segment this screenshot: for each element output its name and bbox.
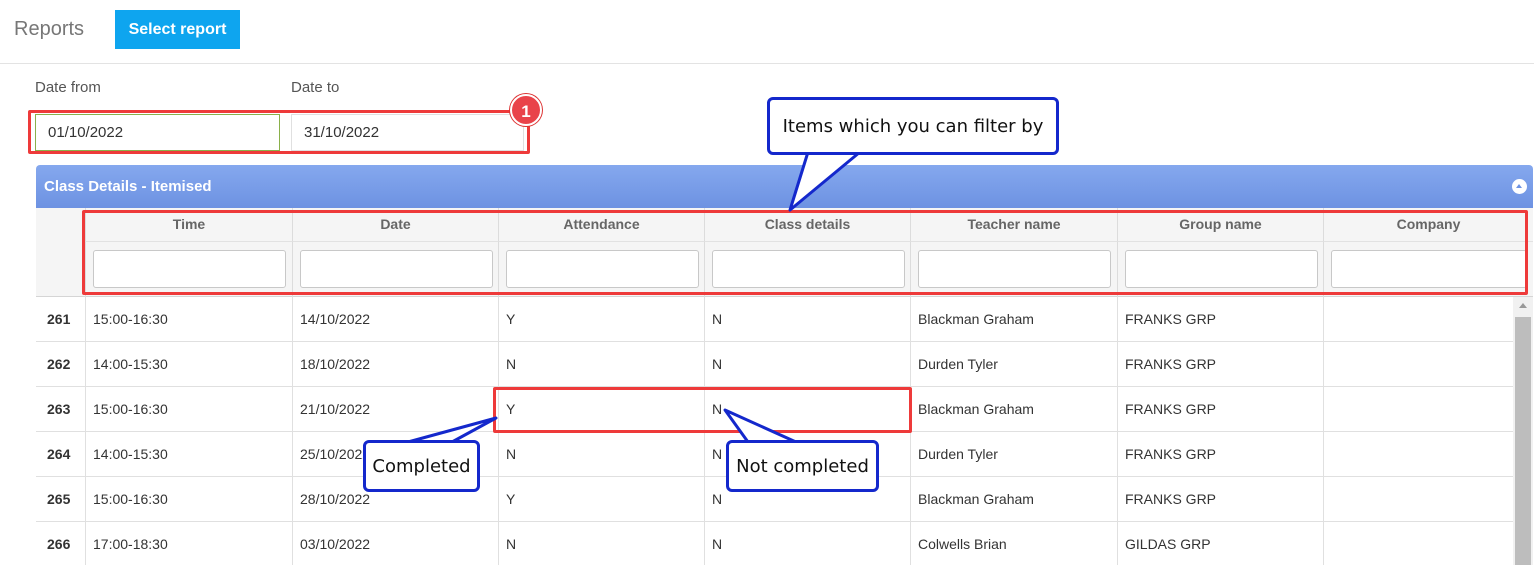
- panel-title: Class Details - Itemised: [44, 178, 212, 195]
- cell-company: [1323, 522, 1513, 565]
- row-number: 264: [47, 446, 71, 462]
- cell-attendance: Y: [498, 477, 704, 522]
- date-to-label: Date to: [291, 79, 340, 96]
- top-bar: Reports Select report: [0, 0, 1534, 64]
- table-row[interactable]: 266 17:00-18:30 03/10/2022 N N Colwells …: [36, 522, 1513, 565]
- cell-attendance: N: [498, 522, 704, 565]
- vertical-scrollbar[interactable]: [1513, 297, 1533, 565]
- cell-time: 17:00-18:30: [85, 522, 292, 565]
- cell-date: 14/10/2022: [292, 297, 498, 342]
- cell-date: 21/10/2022: [292, 387, 498, 432]
- cell-date: 03/10/2022: [292, 522, 498, 565]
- filter-callout: Items which you can filter by: [767, 97, 1059, 155]
- row-number: 262: [47, 356, 71, 372]
- cell-date: 18/10/2022: [292, 342, 498, 387]
- panel-header: Class Details - Itemised: [36, 165, 1533, 208]
- filter-row-highlight: [82, 210, 1528, 295]
- cell-time: 14:00-15:30: [85, 342, 292, 387]
- cell-company: [1323, 342, 1513, 387]
- date-from-label: Date from: [35, 79, 101, 96]
- cell-group-name: FRANKS GRP: [1117, 297, 1323, 342]
- not-completed-callout-text: Not completed: [736, 455, 869, 477]
- row-number: 266: [47, 536, 71, 552]
- cell-group-name: FRANKS GRP: [1117, 432, 1323, 477]
- cell-class-details: N: [704, 342, 910, 387]
- cell-attendance: N: [498, 342, 704, 387]
- cell-group-name: GILDAS GRP: [1117, 522, 1323, 565]
- page-title: Reports: [14, 18, 85, 40]
- completed-callout-text: Completed: [372, 455, 471, 477]
- cell-teacher-name: Colwells Brian: [910, 522, 1117, 565]
- cell-teacher-name: Blackman Graham: [910, 477, 1117, 522]
- cell-class-details: N: [704, 297, 910, 342]
- cell-time: 14:00-15:30: [85, 432, 292, 477]
- table-row[interactable]: 262 14:00-15:30 18/10/2022 N N Durden Ty…: [36, 342, 1513, 387]
- cell-group-name: FRANKS GRP: [1117, 387, 1323, 432]
- step-number-badge: 1: [510, 94, 542, 126]
- cell-teacher-name: Durden Tyler: [910, 342, 1117, 387]
- cell-company: [1323, 477, 1513, 522]
- cell-attendance: Y: [498, 297, 704, 342]
- cell-company: [1323, 387, 1513, 432]
- cell-group-name: FRANKS GRP: [1117, 477, 1323, 522]
- filter-callout-text: Items which you can filter by: [782, 115, 1044, 137]
- cell-time: 15:00-16:30: [85, 297, 292, 342]
- cell-teacher-name: Durden Tyler: [910, 432, 1117, 477]
- row-number: 261: [47, 311, 71, 327]
- row-number: 263: [47, 401, 71, 417]
- cell-teacher-name: Blackman Graham: [910, 297, 1117, 342]
- cell-company: [1323, 432, 1513, 477]
- row-number: 265: [47, 491, 71, 507]
- completed-callout: Completed: [363, 440, 480, 492]
- cell-company: [1323, 297, 1513, 342]
- cell-attendance: N: [498, 432, 704, 477]
- collapse-icon[interactable]: [1512, 179, 1527, 194]
- cell-time: 15:00-16:30: [85, 387, 292, 432]
- date-range-highlight: [28, 110, 530, 154]
- row-263-highlight: [493, 387, 912, 433]
- cell-time: 15:00-16:30: [85, 477, 292, 522]
- not-completed-callout: Not completed: [726, 440, 879, 492]
- scrollbar-thumb[interactable]: [1515, 317, 1531, 565]
- table-row[interactable]: 261 15:00-16:30 14/10/2022 Y N Blackman …: [36, 297, 1513, 342]
- select-report-button[interactable]: Select report: [115, 10, 240, 49]
- scroll-up-arrow-icon[interactable]: [1519, 303, 1527, 308]
- cell-teacher-name: Blackman Graham: [910, 387, 1117, 432]
- cell-class-details: N: [704, 522, 910, 565]
- cell-group-name: FRANKS GRP: [1117, 342, 1323, 387]
- reports-page: Reports Select report Date from Date to …: [0, 0, 1534, 565]
